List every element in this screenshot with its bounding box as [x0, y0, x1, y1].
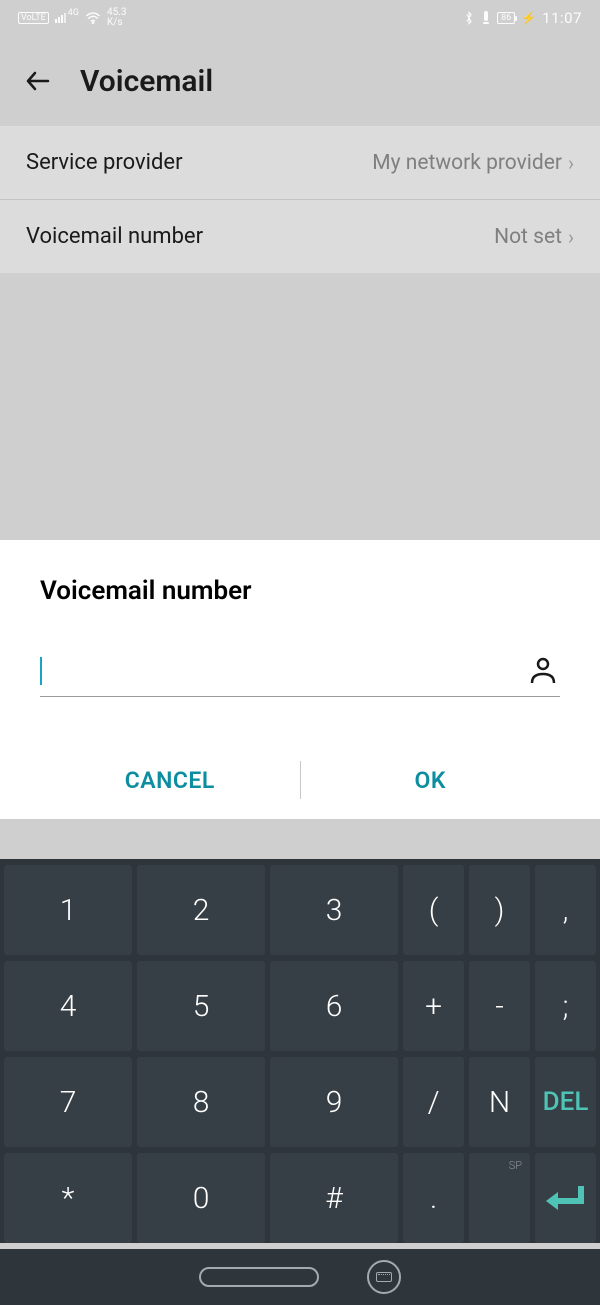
- clock: 11:07: [542, 9, 582, 27]
- voicemail-number-dialog: Voicemail number CANCEL OK: [0, 540, 600, 819]
- network-speed: 45.3 K/s: [107, 8, 127, 28]
- key-dot[interactable]: .: [403, 1153, 464, 1243]
- key-semicolon[interactable]: ;: [535, 961, 596, 1051]
- status-left: VoLTE 4G 45.3 K/s: [18, 8, 127, 28]
- key-8[interactable]: 8: [137, 1057, 265, 1147]
- keyboard-icon: [376, 1272, 392, 1282]
- key-plus[interactable]: +: [403, 961, 464, 1051]
- bluetooth-icon: [463, 11, 475, 25]
- contact-picker-button[interactable]: [526, 654, 560, 688]
- background-area: [0, 819, 600, 859]
- key-paren-close[interactable]: ): [469, 865, 530, 955]
- key-enter[interactable]: [535, 1153, 596, 1243]
- signal-icon: [55, 13, 66, 23]
- keyboard-toggle-button[interactable]: [367, 1260, 401, 1294]
- home-button[interactable]: [199, 1267, 319, 1287]
- setting-label: Voicemail number: [26, 224, 203, 249]
- back-button[interactable]: [20, 63, 56, 99]
- status-bar: VoLTE 4G 45.3 K/s 86 ⚡ 11:07: [0, 0, 600, 36]
- key-9[interactable]: 9: [270, 1057, 398, 1147]
- setting-value: Not set: [494, 225, 562, 249]
- battery-icon: 86: [497, 12, 515, 24]
- keyboard: 1 2 3 ( ) , 4 5 6 + - ; 7 8 9 / N DEL * …: [0, 859, 600, 1243]
- key-3[interactable]: 3: [270, 865, 398, 955]
- key-5[interactable]: 5: [137, 961, 265, 1051]
- setting-service-provider[interactable]: Service provider My network provider ›: [0, 126, 600, 200]
- key-space[interactable]: SP: [469, 1153, 530, 1243]
- key-4[interactable]: 4: [4, 961, 132, 1051]
- volte-badge: VoLTE: [18, 12, 49, 24]
- dialog-title: Voicemail number: [40, 576, 560, 606]
- background-area: [0, 273, 600, 540]
- key-paren-open[interactable]: (: [403, 865, 464, 955]
- voicemail-number-input[interactable]: [42, 659, 526, 684]
- key-0[interactable]: 0: [137, 1153, 265, 1243]
- nav-bar: [0, 1249, 600, 1305]
- status-right: 86 ⚡ 11:07: [463, 9, 582, 27]
- page-title: Voicemail: [80, 64, 213, 99]
- network-gen-label: 4G: [68, 8, 79, 18]
- key-hash[interactable]: #: [270, 1153, 398, 1243]
- key-7[interactable]: 7: [4, 1057, 132, 1147]
- ok-button[interactable]: OK: [301, 767, 561, 794]
- app-header: Voicemail: [0, 36, 600, 126]
- key-delete[interactable]: DEL: [535, 1057, 596, 1147]
- setting-label: Service provider: [26, 150, 183, 175]
- key-6[interactable]: 6: [270, 961, 398, 1051]
- key-minus[interactable]: -: [469, 961, 530, 1051]
- cancel-button[interactable]: CANCEL: [40, 767, 300, 794]
- setting-voicemail-number[interactable]: Voicemail number Not set ›: [0, 200, 600, 273]
- wifi-icon: [85, 12, 101, 24]
- chevron-right-icon: ›: [568, 151, 574, 175]
- key-2[interactable]: 2: [137, 865, 265, 955]
- settings-list: Service provider My network provider › V…: [0, 126, 600, 273]
- back-arrow-icon: [23, 66, 53, 96]
- key-n[interactable]: N: [469, 1057, 530, 1147]
- enter-icon: [546, 1184, 586, 1212]
- person-icon: [527, 655, 559, 687]
- headphone-icon: [481, 11, 491, 25]
- key-1[interactable]: 1: [4, 865, 132, 955]
- setting-value: My network provider: [372, 151, 562, 175]
- key-slash[interactable]: /: [403, 1057, 464, 1147]
- chevron-right-icon: ›: [568, 225, 574, 249]
- input-row: [40, 654, 560, 697]
- dialog-buttons: CANCEL OK: [40, 741, 560, 819]
- key-comma[interactable]: ,: [535, 865, 596, 955]
- key-star[interactable]: *: [4, 1153, 132, 1243]
- charging-icon: ⚡: [521, 11, 536, 25]
